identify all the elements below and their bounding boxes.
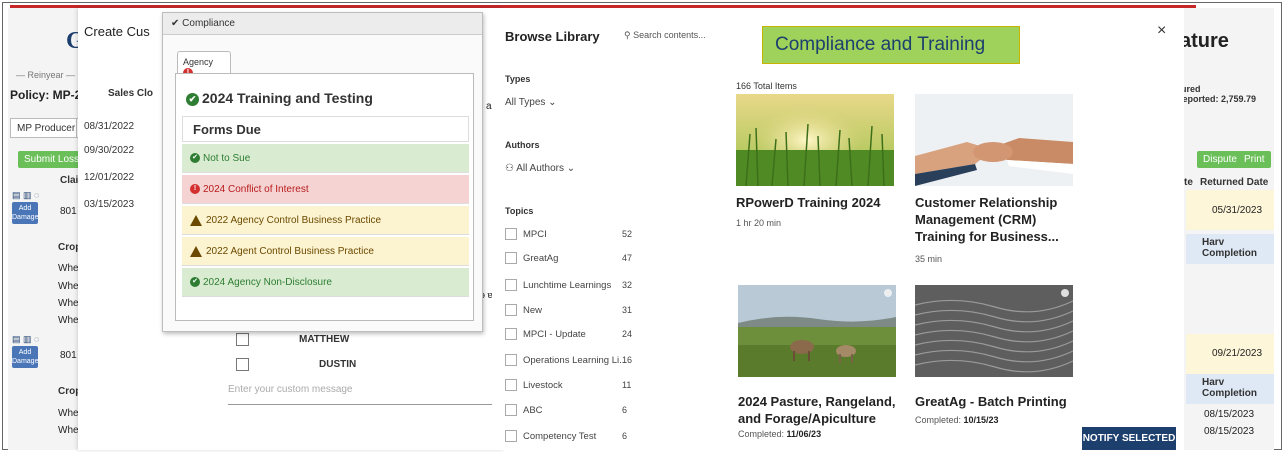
recipient-name: DUSTIN: [319, 359, 357, 370]
tab-agency[interactable]: Agency !: [177, 51, 231, 78]
claim-number: 801: [60, 350, 77, 361]
returned-date: 09/21/2023: [1212, 348, 1263, 359]
print-button[interactable]: Print: [1238, 151, 1271, 168]
topic-filter-item[interactable]: New 31: [505, 303, 635, 319]
sales-closing-date: 09/30/2022: [84, 145, 135, 156]
returned-date-header: Returned Date: [1200, 177, 1269, 188]
check-circle-icon: ✔: [186, 92, 199, 106]
check-circle-icon: ✔: [190, 277, 200, 288]
compliance-dropdown[interactable]: ✔ Compliance: [163, 13, 482, 35]
topic-checkbox[interactable]: [505, 304, 517, 316]
insured-summary: sured Reported: 2,759.79: [1176, 84, 1257, 104]
topic-filter-item[interactable]: MPCI - Update 24: [505, 327, 635, 343]
add-damage-button[interactable]: Add Damage: [12, 346, 38, 368]
reinyear-label: — Reinyear —: [16, 70, 76, 80]
compliance-training-banner: Compliance and Training: [762, 26, 1020, 64]
topics-label: Topics: [505, 206, 534, 216]
search-icon: ⚲: [624, 30, 631, 40]
dialog-title: Create Cus: [84, 24, 150, 39]
dispute-button[interactable]: Dispute: [1197, 151, 1243, 168]
tab-mp-producer[interactable]: MP Producer: [10, 118, 83, 138]
chevron-down-icon: ⌄: [566, 163, 576, 174]
sales-closing-date: 12/01/2022: [84, 172, 135, 183]
total-items-count: 166 Total Items: [736, 81, 797, 91]
course-title[interactable]: GreatAg - Batch Printing: [915, 393, 1077, 410]
topic-filter-item[interactable]: Lunchtime Learnings 32: [505, 278, 635, 294]
types-label: Types: [505, 74, 531, 84]
notify-selected-button[interactable]: NOTIFY SELECTED: [1082, 427, 1176, 450]
browse-library-panel: Browse Library ⚲ Search contents... Comp…: [492, 8, 1184, 450]
recipient-name: MATTHEW: [299, 334, 350, 345]
forms-due-header: Forms Due: [182, 116, 469, 142]
topic-checkbox[interactable]: [505, 328, 517, 340]
compliance-popup: ✔ Compliance Agency ! ✔2024 Training and…: [162, 12, 483, 332]
harv-completion-header: Harv Completion: [1202, 237, 1257, 259]
topic-checkbox[interactable]: [505, 354, 517, 366]
form-item-not-to-sue[interactable]: ✔ Not to Sue: [182, 144, 469, 173]
alert-icon: !: [190, 184, 200, 195]
add-damage-button[interactable]: Add Damage: [12, 202, 38, 224]
sales-closing-date: 03/15/2023: [84, 199, 135, 210]
row-action-icons[interactable]: ▤ ▥ ◌: [12, 190, 39, 201]
course-title[interactable]: RPowerD Training 2024: [736, 194, 898, 211]
course-thumbnail-printing[interactable]: [915, 285, 1073, 377]
course-title[interactable]: 2024 Pasture, Rangeland, and Forage/Apic…: [738, 393, 900, 427]
form-item-agent-control[interactable]: 2022 Agent Control Business Practice: [182, 237, 469, 266]
topic-filter-item[interactable]: Livestock 11: [505, 378, 635, 394]
harv-completion-header: Harv Completion: [1202, 377, 1257, 399]
course-completed: Completed: 10/15/23: [915, 415, 999, 425]
course-thumbnail-handshake[interactable]: [915, 94, 1073, 186]
library-title: Browse Library: [505, 29, 600, 44]
section-title: ✔ 2024 Training and Testing: [186, 90, 373, 106]
topic-checkbox[interactable]: [505, 404, 517, 416]
recipient-checkbox[interactable]: [236, 333, 249, 346]
form-item-non-disclosure[interactable]: ✔ 2024 Agency Non-Disclosure: [182, 268, 469, 297]
topic-checkbox[interactable]: [505, 379, 517, 391]
course-duration: 1 hr 20 min: [736, 218, 782, 228]
types-dropdown[interactable]: All Types ⌄: [505, 97, 557, 108]
close-icon[interactable]: ×: [1157, 22, 1166, 40]
recipient-checkbox[interactable]: [236, 358, 249, 371]
course-thumbnail-pasture[interactable]: [738, 285, 896, 377]
form-item-conflict-of-interest[interactable]: ! 2024 Conflict of Interest: [182, 175, 469, 204]
topic-filter-item[interactable]: GreatAg 47: [505, 251, 635, 267]
warning-icon: [190, 215, 202, 226]
course-duration: 35 min: [915, 254, 943, 264]
row-action-icons[interactable]: ▤ ▥ ◌: [12, 334, 39, 345]
course-thumbnail-wheat[interactable]: [736, 94, 894, 186]
topic-checkbox[interactable]: [505, 252, 517, 264]
topic-filter-item[interactable]: Operations Learning Li... 16: [505, 353, 635, 369]
check-circle-icon: ✔: [190, 153, 200, 164]
warning-icon: [190, 246, 202, 257]
sales-closing-header: Sales Clo: [108, 88, 154, 99]
library-search-input[interactable]: ⚲ Search contents...: [624, 30, 724, 41]
course-completed: Completed: 11/06/23: [738, 429, 822, 439]
authors-dropdown[interactable]: ⚇ All Authors ⌄: [505, 163, 575, 174]
form-item-agency-control[interactable]: 2022 Agency Control Business Practice: [182, 206, 469, 235]
claim-number: 801: [60, 206, 77, 217]
topic-checkbox[interactable]: [505, 228, 517, 240]
authors-label: Authors: [505, 140, 540, 150]
course-title[interactable]: Customer Relationship Management (CRM) T…: [915, 194, 1077, 245]
topic-checkbox[interactable]: [505, 279, 517, 291]
topic-filter-item[interactable]: MPCI 52: [505, 227, 635, 243]
chevron-down-icon: ⌄: [548, 97, 557, 108]
users-icon: ⚇: [505, 163, 514, 174]
harv-date: 08/15/2023: [1204, 409, 1255, 420]
sales-closing-date: 08/31/2022: [84, 121, 135, 132]
date-header-fragment: te: [1184, 177, 1193, 188]
topic-checkbox[interactable]: [505, 430, 517, 442]
returned-date: 05/31/2023: [1212, 205, 1263, 216]
topic-filter-item[interactable]: Competency Test 6: [505, 429, 635, 445]
topic-filter-item[interactable]: ABC 6: [505, 403, 635, 419]
right-page-title: ature: [1180, 30, 1229, 52]
compliance-content: ✔ 2024 Training and Testing Forms Due ✔ No…: [175, 73, 474, 321]
harv-date: 08/15/2023: [1204, 426, 1255, 437]
